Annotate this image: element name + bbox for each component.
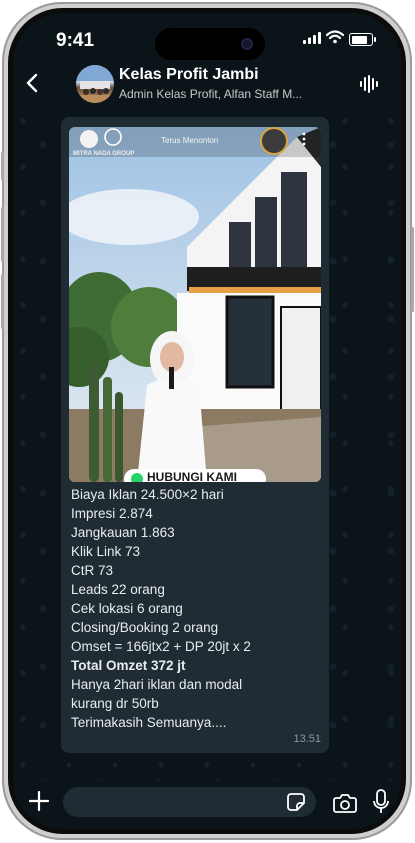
camera-icon[interactable]: [333, 793, 357, 813]
phone-frame: 9:41 Kelas Profit Jambi Admin Kelas Prof…: [1, 2, 414, 840]
back-arrow-icon[interactable]: [21, 71, 45, 95]
voice-chat-icon[interactable]: [360, 75, 380, 93]
video-logo-text: MITRA NADA GROUP: [73, 151, 135, 157]
message-text: Biaya Iklan 24.500×2 hari Impresi 2.874 …: [71, 485, 321, 732]
wifi-icon: [326, 30, 344, 44]
status-bar: 9:41: [13, 13, 401, 63]
plus-icon[interactable]: [29, 791, 49, 811]
sticker-icon[interactable]: [285, 791, 307, 813]
chat-area[interactable]: MITRA NADA GROUP Terus Menonton HUBUNGI …: [13, 111, 401, 781]
battery-tip: [374, 37, 376, 42]
message-timestamp: 13.51: [293, 733, 321, 745]
message-line: Leads 22 orang: [71, 582, 165, 597]
message-line: Biaya Iklan 24.500×2 hari: [71, 487, 224, 502]
group-photo: [76, 65, 114, 103]
signal-icon: [303, 32, 321, 44]
screen: 9:41 Kelas Profit Jambi Admin Kelas Prof…: [13, 13, 401, 829]
message-line: kurang dr 50rb: [71, 696, 159, 711]
volume-down-button: [1, 274, 4, 329]
chat-title[interactable]: Kelas Profit Jambi: [119, 66, 259, 84]
message-bubble[interactable]: MITRA NADA GROUP Terus Menonton HUBUNGI …: [61, 117, 329, 753]
video-preview[interactable]: MITRA NADA GROUP Terus Menonton HUBUNGI …: [69, 127, 321, 482]
message-line: Cek lokasi 6 orang: [71, 601, 183, 616]
status-time: 9:41: [56, 30, 95, 51]
microphone-icon[interactable]: [373, 789, 389, 815]
message-line: Hanya 2hari iklan dan modal: [71, 677, 243, 692]
message-input[interactable]: [63, 787, 316, 817]
message-line: CtR 73: [71, 563, 114, 578]
message-line: Closing/Booking 2 orang: [71, 620, 219, 635]
volume-up-button: [1, 207, 4, 262]
group-avatar[interactable]: [76, 65, 114, 103]
chat-header: Kelas Profit Jambi Admin Kelas Profit, A…: [13, 63, 401, 111]
message-line: Klik Link 73: [71, 544, 141, 559]
compose-bar: [13, 781, 401, 829]
power-button: [411, 227, 414, 312]
message-line: Jangkauan 1.863: [71, 525, 175, 540]
action-button: [1, 152, 4, 180]
message-line: Omset = 166jtx2 + DP 20jt x 2: [71, 639, 251, 654]
message-line: Impresi 2.874: [71, 506, 153, 521]
video-caption: Terus Menonton: [161, 136, 219, 145]
video-thumbnail: [69, 127, 321, 482]
message-bold-line: Total Omzet 372 jt: [71, 658, 186, 673]
chat-members[interactable]: Admin Kelas Profit, Alfan Staff M...: [119, 87, 319, 101]
message-line: Terimakasih Semuanya....: [71, 715, 227, 730]
front-camera: [241, 38, 253, 50]
video-banner-text: HUBUNGI KAMI: [147, 470, 237, 482]
dynamic-island: [155, 28, 265, 60]
battery-icon: [349, 33, 373, 46]
